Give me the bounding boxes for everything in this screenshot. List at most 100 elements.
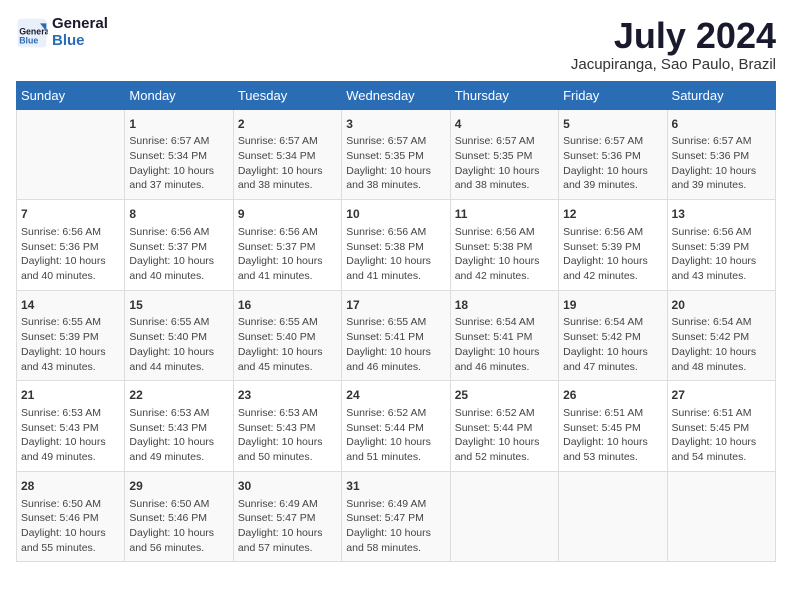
day-number: 3 <box>346 116 445 133</box>
day-number: 19 <box>563 297 662 314</box>
calendar-cell: 1Sunrise: 6:57 AM Sunset: 5:34 PM Daylig… <box>125 109 233 200</box>
day-info: Sunrise: 6:55 AM Sunset: 5:41 PM Dayligh… <box>346 315 445 374</box>
day-info: Sunrise: 6:56 AM Sunset: 5:36 PM Dayligh… <box>21 225 120 284</box>
day-info: Sunrise: 6:54 AM Sunset: 5:41 PM Dayligh… <box>455 315 554 374</box>
calendar-cell: 2Sunrise: 6:57 AM Sunset: 5:34 PM Daylig… <box>233 109 341 200</box>
day-info: Sunrise: 6:53 AM Sunset: 5:43 PM Dayligh… <box>238 406 337 465</box>
day-number: 9 <box>238 206 337 223</box>
calendar-cell: 30 Sunrise: 6:49 AM Sunset: 5:47 PM Dayli… <box>233 471 341 562</box>
day-number: 26 <box>563 387 662 404</box>
calendar-cell: 14Sunrise: 6:55 AM Sunset: 5:39 PM Dayli… <box>17 290 125 381</box>
logo: General Blue General Blue <box>16 16 108 49</box>
day-info: Sunrise: 6:57 AM Sunset: 5:34 PM Dayligh… <box>129 134 228 193</box>
day-info: Sunrise: 6:54 AM Sunset: 5:42 PM Dayligh… <box>563 315 662 374</box>
day-number: 11 <box>455 206 554 223</box>
day-number: 23 <box>238 387 337 404</box>
day-number: 14 <box>21 297 120 314</box>
calendar-cell: 11 Sunrise: 6:56 AM Sunset: 5:38 PM Dayli… <box>450 200 558 291</box>
day-info: Sunrise: 6:52 AM Sunset: 5:44 PM Dayligh… <box>346 406 445 465</box>
day-number: 15 <box>129 297 228 314</box>
day-info: Sunrise: 6:53 AM Sunset: 5:43 PM Dayligh… <box>21 406 120 465</box>
location-subtitle: Jacupiranga, Sao Paulo, Brazil <box>571 56 776 73</box>
calendar-cell: 3Sunrise: 6:57 AM Sunset: 5:35 PM Daylig… <box>342 109 450 200</box>
day-number: 30 <box>238 478 337 495</box>
day-info: Sunrise: 6:57 AM Sunset: 5:35 PM Dayligh… <box>346 134 445 193</box>
day-number: 18 <box>455 297 554 314</box>
svg-text:Blue: Blue <box>19 35 38 45</box>
calendar-cell: 20Sunrise: 6:54 AM Sunset: 5:42 PM Dayli… <box>667 290 775 381</box>
calendar-table: SundayMondayTuesdayWednesdayThursdayFrid… <box>16 81 776 563</box>
calendar-cell <box>450 471 558 562</box>
calendar-cell: 29Sunrise: 6:50 AM Sunset: 5:46 PM Dayli… <box>125 471 233 562</box>
col-header-sunday: Sunday <box>17 81 125 109</box>
col-header-wednesday: Wednesday <box>342 81 450 109</box>
calendar-cell: 4Sunrise: 6:57 AM Sunset: 5:35 PM Daylig… <box>450 109 558 200</box>
day-info: Sunrise: 6:56 AM Sunset: 5:38 PM Dayligh… <box>455 225 554 284</box>
day-info: Sunrise: 6:50 AM Sunset: 5:46 PM Dayligh… <box>21 497 120 556</box>
calendar-cell: 19Sunrise: 6:54 AM Sunset: 5:42 PM Dayli… <box>559 290 667 381</box>
day-info: Sunrise: 6:51 AM Sunset: 5:45 PM Dayligh… <box>672 406 771 465</box>
calendar-cell: 7Sunrise: 6:56 AM Sunset: 5:36 PM Daylig… <box>17 200 125 291</box>
col-header-thursday: Thursday <box>450 81 558 109</box>
day-info: Sunrise: 6:50 AM Sunset: 5:46 PM Dayligh… <box>129 497 228 556</box>
calendar-cell <box>667 471 775 562</box>
calendar-cell: 15Sunrise: 6:55 AM Sunset: 5:40 PM Dayli… <box>125 290 233 381</box>
week-row-2: 7Sunrise: 6:56 AM Sunset: 5:36 PM Daylig… <box>17 200 776 291</box>
col-header-tuesday: Tuesday <box>233 81 341 109</box>
calendar-cell: 13 Sunrise: 6:56 AM Sunset: 5:39 PM Dayli… <box>667 200 775 291</box>
logo-icon: General Blue <box>16 17 48 49</box>
day-number: 4 <box>455 116 554 133</box>
day-number: 16 <box>238 297 337 314</box>
calendar-cell: 31 Sunrise: 6:49 AM Sunset: 5:47 PM Dayli… <box>342 471 450 562</box>
calendar-cell: 18Sunrise: 6:54 AM Sunset: 5:41 PM Dayli… <box>450 290 558 381</box>
calendar-cell: 16Sunrise: 6:55 AM Sunset: 5:40 PM Dayli… <box>233 290 341 381</box>
day-info: Sunrise: 6:57 AM Sunset: 5:36 PM Dayligh… <box>672 134 771 193</box>
day-info: Sunrise: 6:55 AM Sunset: 5:40 PM Dayligh… <box>238 315 337 374</box>
day-info: Sunrise: 6:53 AM Sunset: 5:43 PM Dayligh… <box>129 406 228 465</box>
day-number: 8 <box>129 206 228 223</box>
day-number: 2 <box>238 116 337 133</box>
day-info: Sunrise: 6:56 AM Sunset: 5:38 PM Dayligh… <box>346 225 445 284</box>
calendar-cell: 10Sunrise: 6:56 AM Sunset: 5:38 PM Dayli… <box>342 200 450 291</box>
day-info: Sunrise: 6:56 AM Sunset: 5:39 PM Dayligh… <box>672 225 771 284</box>
day-info: Sunrise: 6:56 AM Sunset: 5:37 PM Dayligh… <box>129 225 228 284</box>
calendar-cell: 27Sunrise: 6:51 AM Sunset: 5:45 PM Dayli… <box>667 381 775 472</box>
day-info: Sunrise: 6:55 AM Sunset: 5:40 PM Dayligh… <box>129 315 228 374</box>
day-number: 22 <box>129 387 228 404</box>
logo-blue: Blue <box>52 33 108 50</box>
col-header-friday: Friday <box>559 81 667 109</box>
page-header: General Blue General Blue July 2024 Jacu… <box>16 16 776 73</box>
main-title: July 2024 <box>571 16 776 56</box>
calendar-cell: 5Sunrise: 6:57 AM Sunset: 5:36 PM Daylig… <box>559 109 667 200</box>
calendar-cell: 21Sunrise: 6:53 AM Sunset: 5:43 PM Dayli… <box>17 381 125 472</box>
week-row-1: 1Sunrise: 6:57 AM Sunset: 5:34 PM Daylig… <box>17 109 776 200</box>
calendar-cell: 22 Sunrise: 6:53 AM Sunset: 5:43 PM Dayli… <box>125 381 233 472</box>
calendar-cell: 12 Sunrise: 6:56 AM Sunset: 5:39 PM Dayli… <box>559 200 667 291</box>
calendar-cell: 26 Sunrise: 6:51 AM Sunset: 5:45 PM Dayli… <box>559 381 667 472</box>
day-number: 25 <box>455 387 554 404</box>
calendar-cell: 28 Sunrise: 6:50 AM Sunset: 5:46 PM Dayli… <box>17 471 125 562</box>
calendar-cell <box>17 109 125 200</box>
calendar-cell: 23 Sunrise: 6:53 AM Sunset: 5:43 PM Dayli… <box>233 381 341 472</box>
calendar-cell: 6Sunrise: 6:57 AM Sunset: 5:36 PM Daylig… <box>667 109 775 200</box>
calendar-cell: 17Sunrise: 6:55 AM Sunset: 5:41 PM Dayli… <box>342 290 450 381</box>
calendar-cell: 25 Sunrise: 6:52 AM Sunset: 5:44 PM Dayli… <box>450 381 558 472</box>
day-number: 24 <box>346 387 445 404</box>
col-header-saturday: Saturday <box>667 81 775 109</box>
day-number: 1 <box>129 116 228 133</box>
calendar-cell: 24 Sunrise: 6:52 AM Sunset: 5:44 PM Dayli… <box>342 381 450 472</box>
day-info: Sunrise: 6:49 AM Sunset: 5:47 PM Dayligh… <box>238 497 337 556</box>
day-number: 17 <box>346 297 445 314</box>
calendar-cell: 8 Sunrise: 6:56 AM Sunset: 5:37 PM Daylig… <box>125 200 233 291</box>
day-number: 28 <box>21 478 120 495</box>
day-number: 13 <box>672 206 771 223</box>
day-number: 12 <box>563 206 662 223</box>
day-number: 31 <box>346 478 445 495</box>
day-info: Sunrise: 6:51 AM Sunset: 5:45 PM Dayligh… <box>563 406 662 465</box>
day-info: Sunrise: 6:49 AM Sunset: 5:47 PM Dayligh… <box>346 497 445 556</box>
day-info: Sunrise: 6:52 AM Sunset: 5:44 PM Dayligh… <box>455 406 554 465</box>
day-info: Sunrise: 6:56 AM Sunset: 5:39 PM Dayligh… <box>563 225 662 284</box>
calendar-cell: 9Sunrise: 6:56 AM Sunset: 5:37 PM Daylig… <box>233 200 341 291</box>
day-info: Sunrise: 6:54 AM Sunset: 5:42 PM Dayligh… <box>672 315 771 374</box>
day-number: 6 <box>672 116 771 133</box>
